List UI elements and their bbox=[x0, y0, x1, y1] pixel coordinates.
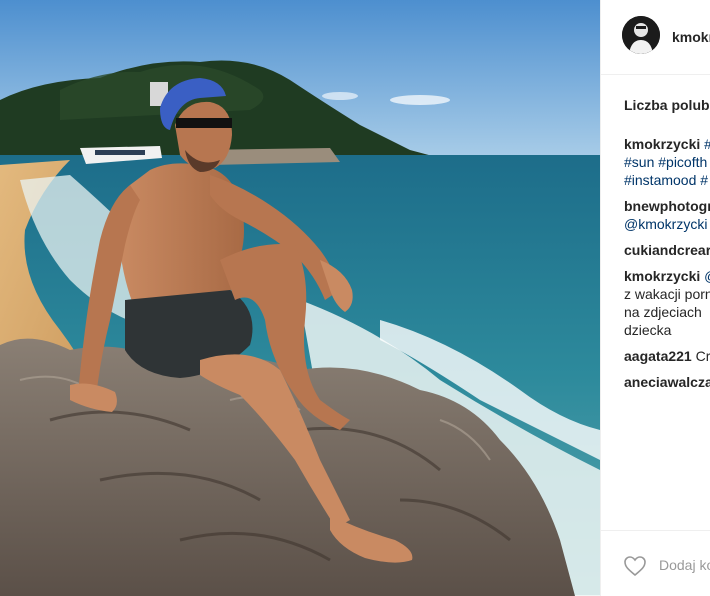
comment-text: na zdjeciach bbox=[624, 304, 702, 320]
comment-username[interactable]: bnewphotogr bbox=[624, 198, 710, 214]
avatar-icon bbox=[622, 16, 660, 54]
comment-text: Cr bbox=[691, 348, 710, 364]
beach-photo-illustration bbox=[0, 0, 600, 596]
post-author-username[interactable]: kmokr bbox=[672, 29, 710, 45]
comment-text: dziecka bbox=[624, 322, 672, 338]
post-footer: Dodaj ko bbox=[601, 530, 710, 596]
add-comment-input[interactable]: Dodaj ko bbox=[659, 557, 710, 573]
comment-hashtags[interactable]: #instamood # bbox=[624, 171, 710, 189]
comments-list: kmokrzycki # #sun #picofth #instamood # … bbox=[624, 135, 710, 399]
post-photo[interactable] bbox=[0, 0, 600, 596]
comment-username[interactable]: kmokrzycki bbox=[624, 268, 700, 284]
comment-item: aagata221 Cr bbox=[624, 347, 710, 365]
comment-hashtag[interactable]: # bbox=[700, 136, 710, 152]
comment-item: bnewphotogr @kmokrzycki bbox=[624, 197, 710, 233]
comment-username[interactable]: kmokrzycki bbox=[624, 136, 700, 152]
comment-text: z wakacji porn bbox=[624, 286, 710, 302]
comment-username[interactable]: cukiandcrear bbox=[624, 242, 710, 258]
likes-count[interactable]: Liczba polubi bbox=[624, 97, 710, 113]
comment-mention[interactable]: @ bbox=[700, 268, 710, 284]
comment-username[interactable]: aagata221 bbox=[624, 348, 692, 364]
comment-item: cukiandcrear bbox=[624, 241, 710, 259]
post-side-panel: kmokr Liczba polubi kmokrzycki # #sun #p… bbox=[600, 0, 710, 596]
comment-item: kmokrzycki # #sun #picofth #instamood # bbox=[624, 135, 710, 189]
post-header: kmokr bbox=[601, 0, 710, 75]
comment-item: kmokrzycki @ z wakacji porn na zdjeciach… bbox=[624, 267, 710, 339]
heart-outline-icon bbox=[624, 556, 646, 577]
like-button[interactable] bbox=[623, 555, 647, 577]
comment-username[interactable]: aneciawalcza bbox=[624, 374, 710, 390]
avatar[interactable] bbox=[622, 16, 660, 54]
comment-item: aneciawalcza bbox=[624, 373, 710, 391]
comment-mention[interactable]: @kmokrzycki bbox=[624, 215, 710, 233]
comment-hashtags[interactable]: #sun #picofth bbox=[624, 153, 710, 171]
